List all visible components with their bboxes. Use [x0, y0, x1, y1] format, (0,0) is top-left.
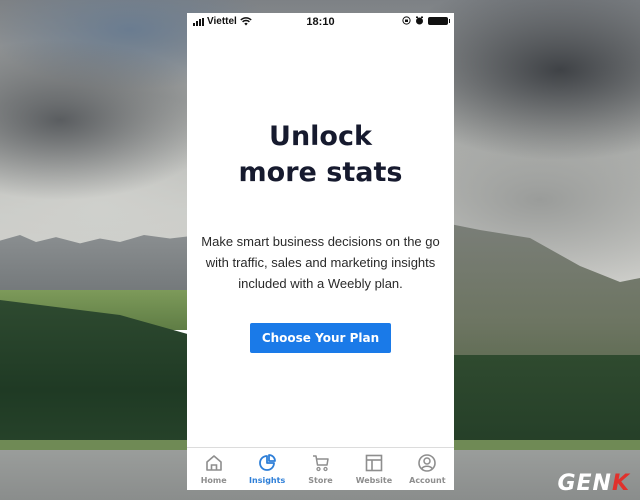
page-title: Unlock more stats — [187, 119, 454, 191]
tab-account-label: Account — [409, 476, 446, 485]
tab-website-label: Website — [355, 476, 393, 485]
tab-account[interactable]: Account — [401, 448, 454, 490]
watermark-logo: GENK — [557, 471, 630, 496]
headline-line-1: Unlock — [269, 121, 372, 152]
layout-icon — [365, 454, 383, 472]
status-bar: Viettel 18:10 — [187, 13, 454, 31]
battery-icon — [428, 16, 450, 25]
choose-plan-button[interactable]: Choose Your Plan — [250, 323, 391, 353]
pie-chart-icon — [259, 454, 277, 471]
user-circle-icon — [418, 454, 437, 472]
tab-home[interactable]: Home — [187, 448, 240, 490]
home-icon — [205, 455, 222, 471]
watermark-accent: K — [611, 471, 630, 496]
watermark-text: GEN — [557, 471, 612, 496]
tab-insights[interactable]: Insights — [240, 448, 293, 490]
tab-website[interactable]: Website — [347, 448, 400, 490]
headline-line-2: more stats — [238, 157, 403, 188]
orientation-lock-icon — [402, 16, 411, 25]
description-text: Make smart business decisions on the go … — [201, 234, 440, 291]
cart-icon — [312, 455, 329, 472]
phone-screen: Viettel 18:10 Unlock more stats Make sma… — [187, 13, 454, 490]
tab-insights-label: Insights — [249, 476, 286, 485]
alarm-icon — [416, 16, 423, 25]
tab-store-label: Store — [308, 476, 333, 485]
tab-store[interactable]: Store — [294, 448, 347, 490]
tab-home-label: Home — [200, 476, 227, 485]
forest-right — [440, 355, 640, 445]
bottom-tab-bar: Home Insights Store Website Account — [187, 447, 454, 490]
